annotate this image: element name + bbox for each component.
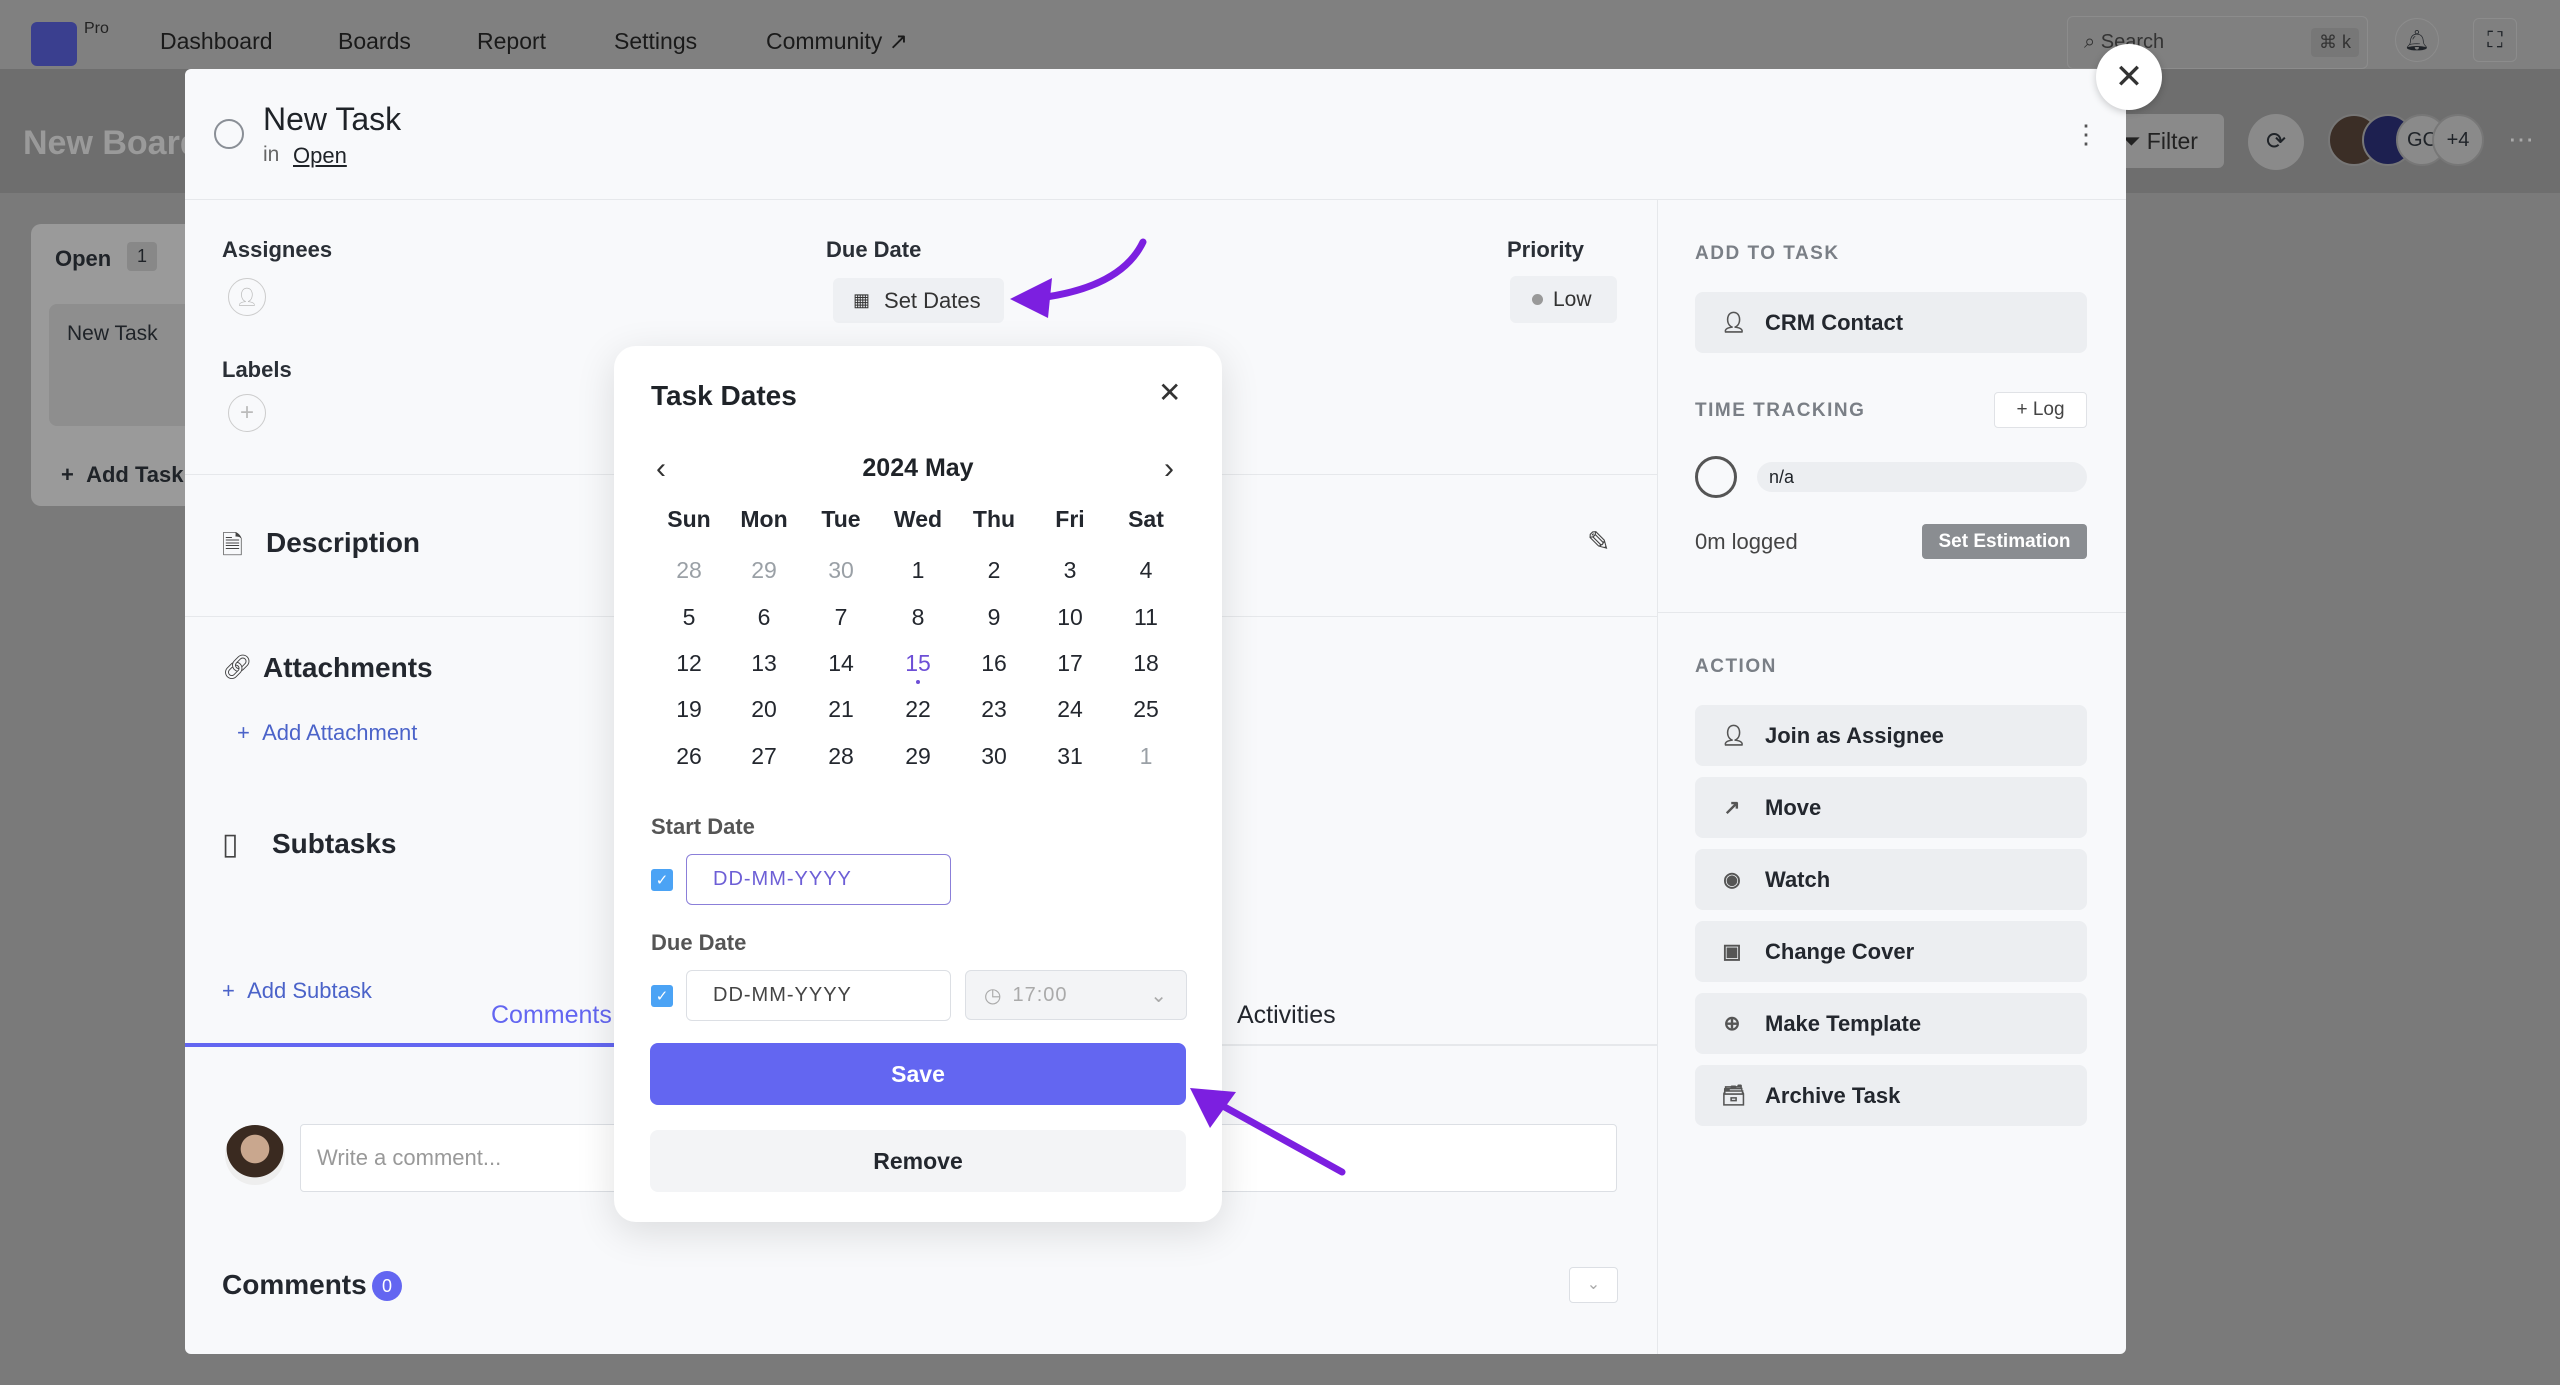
annotation-arrows (1010, 238, 1346, 1176)
arrowhead (1010, 278, 1052, 318)
arrow-to-save (1208, 1096, 1346, 1176)
